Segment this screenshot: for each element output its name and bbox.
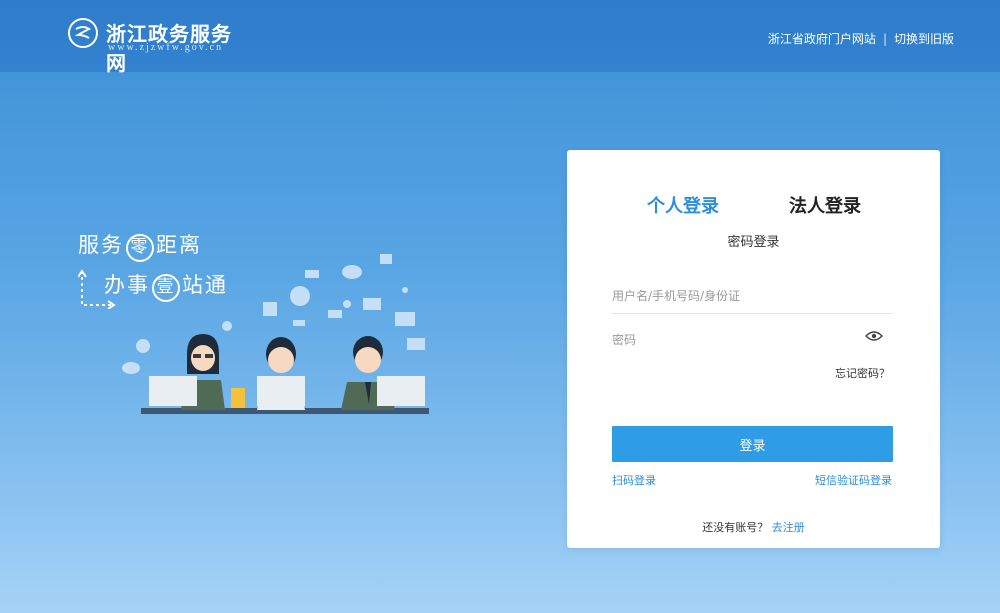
password-field-wrapper — [612, 322, 893, 358]
login-tabs: 个人登录 法人登录 — [567, 192, 940, 222]
username-field-wrapper — [612, 278, 893, 314]
link-separator: | — [882, 31, 887, 46]
tab-personal-login[interactable]: 个人登录 — [647, 192, 719, 218]
globe-icon — [290, 286, 310, 306]
card-icon — [328, 310, 342, 318]
chat-bubble-icon — [122, 362, 140, 374]
monitor-icon — [363, 298, 381, 310]
switch-old-version-link[interactable]: 切换到旧版 — [894, 30, 954, 47]
top-header: 浙江政务服务网 www.zjzwfw.gov.cn 浙江省政府门户网站 | 切换… — [0, 0, 1000, 75]
cursor-icon — [222, 321, 232, 331]
username-input[interactable] — [612, 278, 893, 313]
login-button[interactable]: 登录 — [612, 426, 893, 462]
site-logo[interactable]: 浙江政务服务网 www.zjzwfw.gov.cn — [68, 14, 248, 75]
picture-icon — [380, 254, 392, 264]
top-links: 浙江省政府门户网站 | 切换到旧版 — [768, 30, 954, 47]
show-password-eye-icon[interactable] — [865, 330, 883, 342]
phone-icon — [231, 388, 245, 408]
password-login-subtitle: 密码登录 — [727, 235, 780, 250]
tab-corporate-login[interactable]: 法人登录 — [789, 192, 861, 218]
phone-icon — [293, 320, 305, 326]
gear-icon — [136, 339, 150, 353]
sms-login-link[interactable]: 短信验证码登录 — [815, 472, 892, 488]
logo-url: www.zjzwfw.gov.cn — [108, 42, 224, 53]
gov-portal-link[interactable]: 浙江省政府门户网站 — [768, 30, 876, 47]
forgot-password-link[interactable]: 忘记密码？ — [835, 365, 890, 381]
mail-icon — [407, 338, 425, 350]
basket-icon — [395, 312, 415, 326]
document-icon — [263, 302, 277, 316]
register-row: 还没有账号？ 去注册 — [567, 519, 940, 535]
pointer-icon — [343, 300, 351, 308]
envelope-icon — [305, 270, 319, 278]
register-prompt: 还没有账号？ — [702, 521, 769, 534]
chat-bubble-icon — [342, 265, 362, 279]
password-input[interactable] — [612, 322, 893, 358]
login-panel: 个人登录 法人登录 密码登录 忘记密码？ 登录 扫码登录 短信验证码登录 还没有… — [567, 150, 940, 548]
customer-service-illustration — [122, 254, 429, 414]
scan-login-link[interactable]: 扫码登录 — [612, 472, 656, 488]
logo-emblem-icon — [68, 18, 98, 48]
register-link[interactable]: 去注册 — [772, 521, 805, 534]
